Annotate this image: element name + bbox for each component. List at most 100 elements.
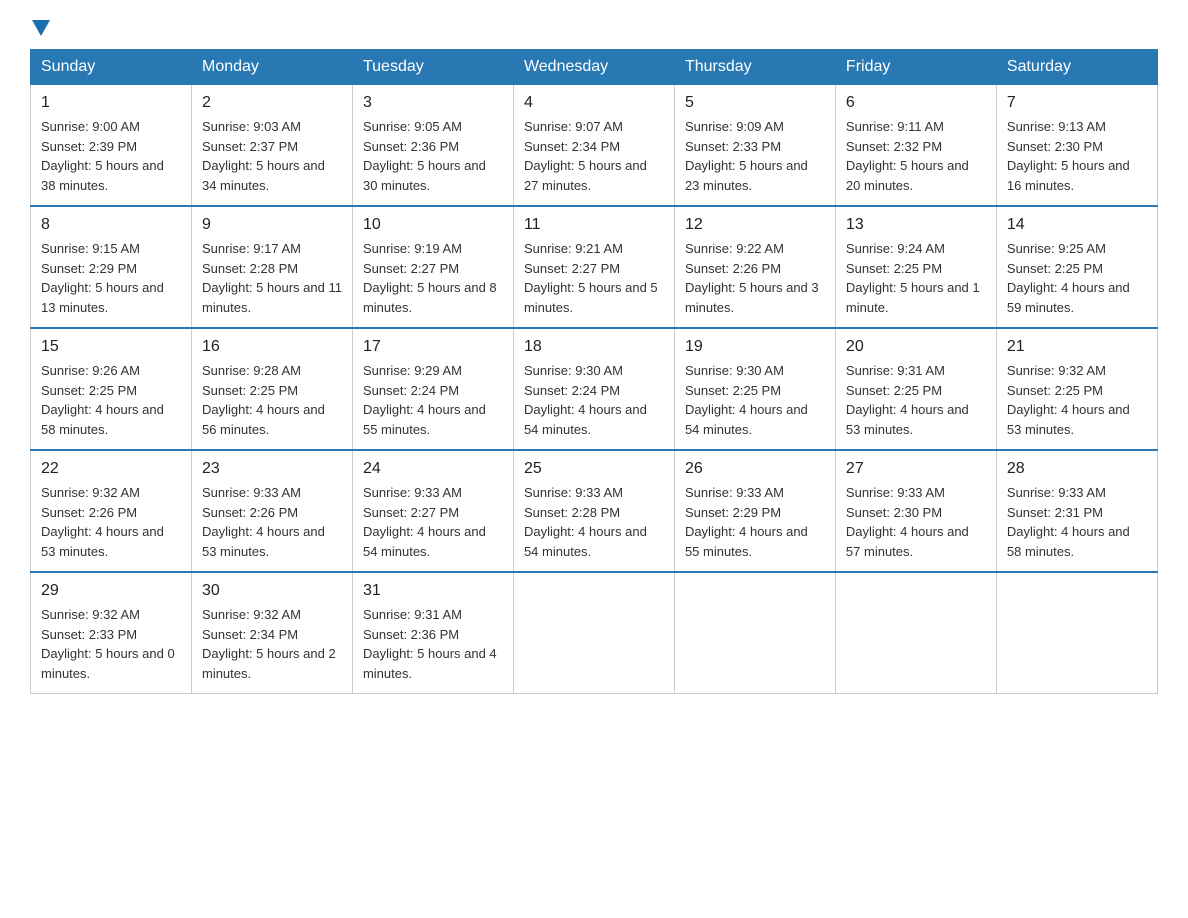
table-row: 15Sunrise: 9:26 AMSunset: 2:25 PMDayligh… — [31, 328, 192, 450]
table-row: 25Sunrise: 9:33 AMSunset: 2:28 PMDayligh… — [513, 450, 674, 572]
day-number: 17 — [363, 335, 503, 359]
day-number: 23 — [202, 457, 342, 481]
day-number: 11 — [524, 213, 664, 237]
day-info: Sunrise: 9:13 AMSunset: 2:30 PMDaylight:… — [1007, 117, 1147, 195]
day-number: 27 — [846, 457, 986, 481]
day-number: 15 — [41, 335, 181, 359]
day-number: 12 — [685, 213, 825, 237]
day-info: Sunrise: 9:32 AMSunset: 2:26 PMDaylight:… — [41, 483, 181, 561]
day-number: 19 — [685, 335, 825, 359]
table-row: 20Sunrise: 9:31 AMSunset: 2:25 PMDayligh… — [835, 328, 996, 450]
day-info: Sunrise: 9:21 AMSunset: 2:27 PMDaylight:… — [524, 239, 664, 317]
day-number: 24 — [363, 457, 503, 481]
day-info: Sunrise: 9:31 AMSunset: 2:25 PMDaylight:… — [846, 361, 986, 439]
day-header-monday: Monday — [191, 50, 352, 85]
day-number: 21 — [1007, 335, 1147, 359]
table-row — [674, 572, 835, 694]
day-info: Sunrise: 9:24 AMSunset: 2:25 PMDaylight:… — [846, 239, 986, 317]
table-row: 13Sunrise: 9:24 AMSunset: 2:25 PMDayligh… — [835, 206, 996, 328]
table-row: 2Sunrise: 9:03 AMSunset: 2:37 PMDaylight… — [191, 85, 352, 207]
logo — [30, 20, 50, 39]
table-row: 22Sunrise: 9:32 AMSunset: 2:26 PMDayligh… — [31, 450, 192, 572]
calendar-week-row: 22Sunrise: 9:32 AMSunset: 2:26 PMDayligh… — [31, 450, 1158, 572]
day-info: Sunrise: 9:19 AMSunset: 2:27 PMDaylight:… — [363, 239, 503, 317]
day-info: Sunrise: 9:00 AMSunset: 2:39 PMDaylight:… — [41, 117, 181, 195]
table-row: 14Sunrise: 9:25 AMSunset: 2:25 PMDayligh… — [996, 206, 1157, 328]
table-row: 28Sunrise: 9:33 AMSunset: 2:31 PMDayligh… — [996, 450, 1157, 572]
table-row — [996, 572, 1157, 694]
day-info: Sunrise: 9:05 AMSunset: 2:36 PMDaylight:… — [363, 117, 503, 195]
table-row: 6Sunrise: 9:11 AMSunset: 2:32 PMDaylight… — [835, 85, 996, 207]
day-info: Sunrise: 9:32 AMSunset: 2:34 PMDaylight:… — [202, 605, 342, 683]
day-number: 22 — [41, 457, 181, 481]
day-number: 31 — [363, 579, 503, 603]
table-row — [835, 572, 996, 694]
day-header-friday: Friday — [835, 50, 996, 85]
page-header — [30, 20, 1158, 39]
day-info: Sunrise: 9:32 AMSunset: 2:33 PMDaylight:… — [41, 605, 181, 683]
table-row: 29Sunrise: 9:32 AMSunset: 2:33 PMDayligh… — [31, 572, 192, 694]
day-info: Sunrise: 9:03 AMSunset: 2:37 PMDaylight:… — [202, 117, 342, 195]
day-number: 18 — [524, 335, 664, 359]
day-header-thursday: Thursday — [674, 50, 835, 85]
day-number: 16 — [202, 335, 342, 359]
table-row: 1Sunrise: 9:00 AMSunset: 2:39 PMDaylight… — [31, 85, 192, 207]
table-row: 21Sunrise: 9:32 AMSunset: 2:25 PMDayligh… — [996, 328, 1157, 450]
table-row: 7Sunrise: 9:13 AMSunset: 2:30 PMDaylight… — [996, 85, 1157, 207]
day-number: 29 — [41, 579, 181, 603]
calendar-header-row: SundayMondayTuesdayWednesdayThursdayFrid… — [31, 50, 1158, 85]
day-number: 5 — [685, 91, 825, 115]
day-number: 26 — [685, 457, 825, 481]
day-number: 20 — [846, 335, 986, 359]
day-info: Sunrise: 9:22 AMSunset: 2:26 PMDaylight:… — [685, 239, 825, 317]
day-number: 25 — [524, 457, 664, 481]
table-row: 5Sunrise: 9:09 AMSunset: 2:33 PMDaylight… — [674, 85, 835, 207]
day-info: Sunrise: 9:33 AMSunset: 2:26 PMDaylight:… — [202, 483, 342, 561]
day-number: 2 — [202, 91, 342, 115]
table-row: 19Sunrise: 9:30 AMSunset: 2:25 PMDayligh… — [674, 328, 835, 450]
table-row: 17Sunrise: 9:29 AMSunset: 2:24 PMDayligh… — [352, 328, 513, 450]
table-row: 4Sunrise: 9:07 AMSunset: 2:34 PMDaylight… — [513, 85, 674, 207]
day-number: 8 — [41, 213, 181, 237]
calendar-table: SundayMondayTuesdayWednesdayThursdayFrid… — [30, 49, 1158, 694]
table-row: 23Sunrise: 9:33 AMSunset: 2:26 PMDayligh… — [191, 450, 352, 572]
day-number: 7 — [1007, 91, 1147, 115]
day-number: 1 — [41, 91, 181, 115]
day-info: Sunrise: 9:33 AMSunset: 2:30 PMDaylight:… — [846, 483, 986, 561]
day-info: Sunrise: 9:30 AMSunset: 2:25 PMDaylight:… — [685, 361, 825, 439]
table-row: 8Sunrise: 9:15 AMSunset: 2:29 PMDaylight… — [31, 206, 192, 328]
table-row: 24Sunrise: 9:33 AMSunset: 2:27 PMDayligh… — [352, 450, 513, 572]
day-info: Sunrise: 9:09 AMSunset: 2:33 PMDaylight:… — [685, 117, 825, 195]
day-number: 13 — [846, 213, 986, 237]
calendar-week-row: 1Sunrise: 9:00 AMSunset: 2:39 PMDaylight… — [31, 85, 1158, 207]
day-number: 9 — [202, 213, 342, 237]
day-info: Sunrise: 9:15 AMSunset: 2:29 PMDaylight:… — [41, 239, 181, 317]
table-row: 30Sunrise: 9:32 AMSunset: 2:34 PMDayligh… — [191, 572, 352, 694]
day-info: Sunrise: 9:33 AMSunset: 2:31 PMDaylight:… — [1007, 483, 1147, 561]
day-number: 6 — [846, 91, 986, 115]
calendar-week-row: 8Sunrise: 9:15 AMSunset: 2:29 PMDaylight… — [31, 206, 1158, 328]
day-header-saturday: Saturday — [996, 50, 1157, 85]
day-header-sunday: Sunday — [31, 50, 192, 85]
calendar-week-row: 29Sunrise: 9:32 AMSunset: 2:33 PMDayligh… — [31, 572, 1158, 694]
day-header-tuesday: Tuesday — [352, 50, 513, 85]
day-info: Sunrise: 9:26 AMSunset: 2:25 PMDaylight:… — [41, 361, 181, 439]
table-row: 31Sunrise: 9:31 AMSunset: 2:36 PMDayligh… — [352, 572, 513, 694]
day-info: Sunrise: 9:17 AMSunset: 2:28 PMDaylight:… — [202, 239, 342, 317]
table-row: 27Sunrise: 9:33 AMSunset: 2:30 PMDayligh… — [835, 450, 996, 572]
day-info: Sunrise: 9:29 AMSunset: 2:24 PMDaylight:… — [363, 361, 503, 439]
day-number: 3 — [363, 91, 503, 115]
table-row: 10Sunrise: 9:19 AMSunset: 2:27 PMDayligh… — [352, 206, 513, 328]
day-info: Sunrise: 9:33 AMSunset: 2:28 PMDaylight:… — [524, 483, 664, 561]
logo-triangle-icon — [32, 20, 50, 36]
day-info: Sunrise: 9:11 AMSunset: 2:32 PMDaylight:… — [846, 117, 986, 195]
table-row: 12Sunrise: 9:22 AMSunset: 2:26 PMDayligh… — [674, 206, 835, 328]
table-row: 26Sunrise: 9:33 AMSunset: 2:29 PMDayligh… — [674, 450, 835, 572]
day-number: 10 — [363, 213, 503, 237]
day-info: Sunrise: 9:33 AMSunset: 2:27 PMDaylight:… — [363, 483, 503, 561]
day-number: 4 — [524, 91, 664, 115]
table-row: 9Sunrise: 9:17 AMSunset: 2:28 PMDaylight… — [191, 206, 352, 328]
table-row: 11Sunrise: 9:21 AMSunset: 2:27 PMDayligh… — [513, 206, 674, 328]
day-info: Sunrise: 9:07 AMSunset: 2:34 PMDaylight:… — [524, 117, 664, 195]
day-number: 30 — [202, 579, 342, 603]
